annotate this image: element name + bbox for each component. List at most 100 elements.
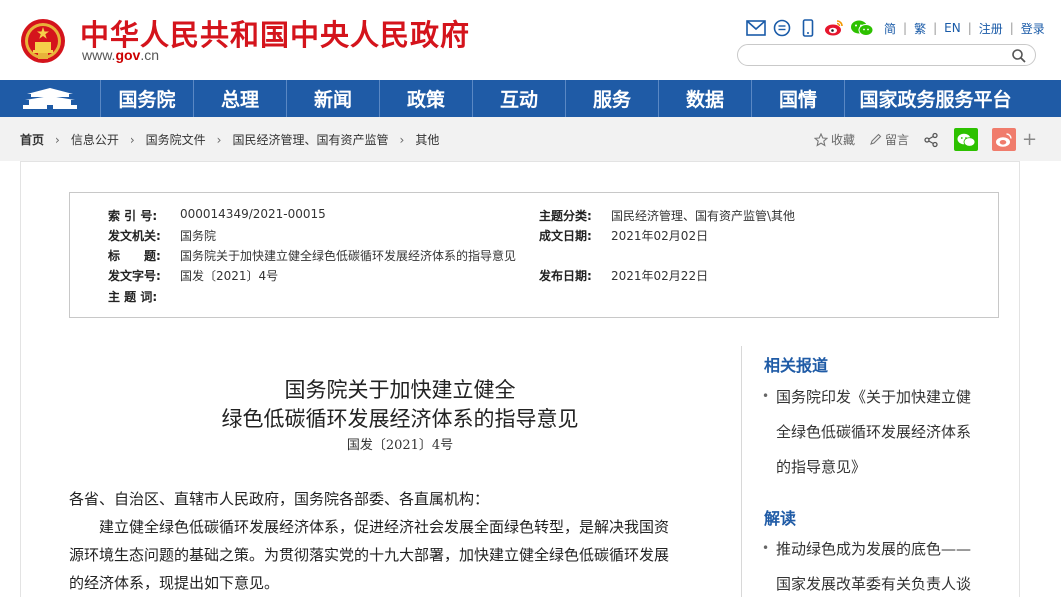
meta-category-row: 主题分类: 国民经济管理、国有资产监管\其他: [539, 207, 795, 223]
interpretation-link[interactable]: 推动绿色成为发展的底色—— 国家发展改革委有关负责人谈: [776, 532, 996, 602]
nav-item-premier[interactable]: 总理: [193, 80, 286, 117]
main-nav: 国务院 总理 新闻 政策 互动 服务 数据 国情 国家政务服务平台: [0, 80, 1061, 117]
document-meta-table: 索 引 号: 000014349/2021-00015 主题分类: 国民经济管理…: [69, 192, 999, 318]
meta-docno-label: 发文字号:: [108, 269, 161, 283]
site-url-gov: gov: [115, 47, 141, 63]
wechat-share-icon[interactable]: [954, 128, 979, 151]
comment-label: 留言: [885, 133, 910, 147]
meta-written-row: 成文日期: 2021年02月02日: [539, 227, 708, 243]
favorite-label: 收藏: [831, 133, 856, 147]
meta-keywords-label: 主 题 词:: [108, 290, 158, 304]
site-url-prefix: www.: [82, 47, 116, 63]
meta-title-label: 标 题:: [108, 249, 161, 263]
nav-item-policy[interactable]: 政策: [379, 80, 472, 117]
breadcrumb-state-council-docs[interactable]: 国务院文件: [146, 131, 206, 148]
login-link[interactable]: 登录: [1021, 20, 1045, 37]
meta-docno-value: 国发〔2021〕4号: [180, 269, 279, 283]
search-icon[interactable]: [1011, 48, 1027, 64]
breadcrumb-other[interactable]: 其他: [415, 131, 439, 148]
related-report-link[interactable]: 国务院印发《关于加快建立健 全绿色低碳循环发展经济体系 的指导意见》: [776, 380, 996, 485]
meta-written-value: 2021年02月02日: [611, 229, 709, 243]
meta-issuer-label: 发文机关:: [108, 229, 161, 243]
meta-keywords-row: 主 题 词:: [108, 288, 180, 304]
separator: |: [933, 21, 938, 35]
favorite-button[interactable]: 收藏: [814, 131, 855, 148]
star-icon: [814, 132, 828, 147]
lang-simplified-link[interactable]: 简: [884, 20, 896, 37]
separator: |: [903, 21, 908, 35]
site-url[interactable]: www.gov.cn: [82, 47, 159, 63]
breadcrumb: 首页 › 信息公开 › 国务院文件 › 国民经济管理、国有资产监管 › 其他: [20, 131, 439, 148]
chevron-right-icon: ›: [129, 132, 135, 147]
meta-category-label: 主题分类:: [539, 209, 592, 223]
weibo-icon[interactable]: [822, 17, 846, 39]
breadcrumb-home[interactable]: 首页: [20, 131, 44, 148]
lang-traditional-link[interactable]: 繁: [914, 20, 926, 37]
weibo-share-icon[interactable]: [992, 128, 1017, 151]
meta-written-label: 成文日期:: [539, 229, 592, 243]
plus-icon[interactable]: +: [1022, 130, 1037, 149]
separator: |: [967, 21, 972, 35]
nav-items: 国务院 总理 新闻 政策 互动 服务 数据 国情 国家政务服务平台: [100, 80, 1026, 117]
article-paragraph-line: 的经济体系，现提出如下意见。: [69, 574, 280, 592]
interpretation-line: 推动绿色成为发展的底色——: [776, 540, 972, 558]
share-button[interactable]: [923, 132, 942, 148]
national-emblem-icon[interactable]: [20, 16, 66, 66]
interpretation-heading: 解读: [764, 509, 797, 528]
meta-index-value: 000014349/2021-00015: [180, 207, 326, 221]
chevron-right-icon: ›: [399, 132, 405, 147]
meta-issuer-row: 发文机关: 国务院: [108, 227, 216, 243]
nav-item-national-conditions[interactable]: 国情: [751, 80, 844, 117]
nav-item-data[interactable]: 数据: [658, 80, 751, 117]
nav-item-state-council[interactable]: 国务院: [100, 80, 193, 117]
meta-published-value: 2021年02月22日: [611, 269, 709, 283]
breadcrumb-economy-assets[interactable]: 国民经济管理、国有资产监管: [232, 131, 388, 148]
meta-title-value: 国务院关于加快建立健全绿色低碳循环发展经济体系的指导意见: [180, 249, 517, 263]
meta-category-value: 国民经济管理、国有资产监管\其他: [611, 209, 796, 223]
related-report-line: 国务院印发《关于加快建立健: [776, 388, 972, 406]
comment-button[interactable]: 留言: [869, 131, 909, 148]
meta-index-label: 索 引 号:: [108, 209, 158, 223]
mail-icon[interactable]: [744, 17, 768, 39]
site-url-suffix: .cn: [140, 47, 160, 63]
bullet-icon: •: [762, 389, 770, 403]
breadcrumb-bar: 首页 › 信息公开 › 国务院文件 › 国民经济管理、国有资产监管 › 其他 收…: [0, 117, 1061, 161]
lang-english-link[interactable]: EN: [944, 21, 961, 35]
tiananmen-icon: [23, 87, 77, 109]
chevron-right-icon: ›: [55, 132, 60, 147]
separator: |: [1009, 21, 1014, 35]
share-icon: [924, 132, 938, 147]
meta-docno-row: 发文字号: 国发〔2021〕4号: [108, 267, 278, 283]
nav-item-services[interactable]: 服务: [565, 80, 658, 117]
breadcrumb-info-disclosure[interactable]: 信息公开: [71, 131, 119, 148]
meta-index-row: 索 引 号: 000014349/2021-00015: [108, 207, 326, 223]
nav-item-interaction[interactable]: 互动: [472, 80, 565, 117]
top-links: 简 | 繁 | EN | 注册 | 登录: [744, 16, 1045, 40]
chat-icon[interactable]: [770, 17, 794, 39]
wechat-icon[interactable]: [848, 17, 876, 39]
nav-item-news[interactable]: 新闻: [286, 80, 379, 117]
register-link[interactable]: 注册: [979, 20, 1003, 37]
bullet-icon: •: [762, 541, 770, 555]
site-header: 中华人民共和国中央人民政府 www.gov.cn 简 | 繁 | EN | 注册…: [0, 0, 1061, 80]
nav-home-button[interactable]: [0, 80, 100, 117]
meta-published-row: 发布日期: 2021年02月22日: [539, 267, 708, 283]
search-input[interactable]: [748, 47, 998, 63]
article-paragraph-line: 源环境生态问题的基础之策。为贯彻落实党的十九大部署，加快建立健全绿色低碳循环发展: [69, 546, 670, 564]
article-doc-number: 国发〔2021〕4号: [346, 438, 454, 453]
related-reports-heading: 相关报道: [764, 356, 829, 375]
nav-item-gov-service-platform[interactable]: 国家政务服务平台: [844, 80, 1026, 117]
chevron-right-icon: ›: [216, 132, 222, 147]
meta-published-label: 发布日期:: [539, 269, 592, 283]
sidebar-divider: [741, 346, 742, 597]
article-title-line2: 绿色低碳循环发展经济体系的指导意见: [221, 407, 579, 431]
article-title-line1: 国务院关于加快建立健全: [284, 378, 516, 402]
share-area: 收藏 留言 +: [814, 128, 1037, 151]
pencil-icon: [870, 133, 882, 145]
related-report-line: 全绿色低碳循环发展经济体系: [776, 423, 972, 441]
article-paragraph-line: 建立健全绿色低碳循环发展经济体系，促进经济社会发展全面绿色转型，是解决我国资: [69, 518, 670, 536]
search-box: [737, 44, 1036, 66]
article-salutation: 各省、自治区、直辖市人民政府，国务院各部委、各直属机构：: [69, 490, 490, 508]
meta-issuer-value: 国务院: [180, 229, 217, 243]
mobile-icon[interactable]: [796, 17, 820, 39]
